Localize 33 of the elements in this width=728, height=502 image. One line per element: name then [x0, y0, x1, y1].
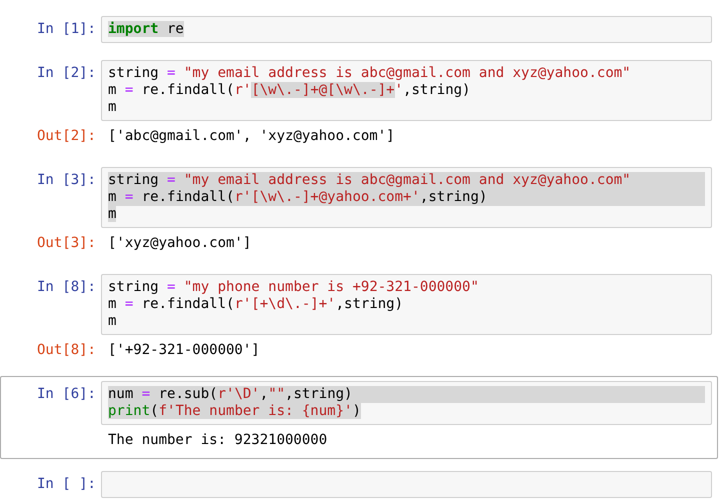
code-editor[interactable]: num = re.sub(r'\D',"",string) print(f'The number is: {num}'): [101, 381, 712, 425]
output-prompt: Out[8]:: [36, 341, 96, 359]
output-prompt: Out[2]:: [36, 127, 96, 145]
notebook-cell[interactable]: In [ ]:: [0, 466, 718, 502]
input-prompt: In [8]:: [36, 278, 96, 296]
input-prompt: In [6]:: [36, 385, 96, 403]
notebook-cell[interactable]: In [8]: string = "my phone number is +92-321-000000" m = re.findall(r'[+\d\.-]+',string) m Out[8]: ['+92-321-000000']: [0, 269, 718, 369]
code-line: string = "my phone number is +92-321-000000": [108, 279, 480, 296]
code-editor[interactable]: import re: [101, 16, 712, 43]
code-line: m: [108, 313, 118, 330]
code-editor[interactable]: [101, 471, 712, 498]
output-text: ['xyz@yahoo.com']: [107, 234, 252, 253]
code-line: m = re.findall(r'[\w\.-]+@[\w\.-]+',string): [108, 82, 472, 99]
input-prompt: In [ ]:: [36, 475, 96, 493]
notebook-cell[interactable]: In [1]: import re: [0, 11, 718, 48]
code-line: print(f'The number is: {num}'): [108, 403, 362, 420]
code-editor[interactable]: string = "my phone number is +92-321-000000" m = re.findall(r'[+\d\.-]+',string) m: [101, 274, 712, 335]
output-prompt: Out[3]:: [36, 234, 96, 252]
output-text: ['+92-321-000000']: [107, 341, 261, 360]
input-prompt: In [1]:: [36, 20, 96, 38]
input-prompt: In [3]:: [36, 171, 96, 189]
code-line: m = re.findall(r'[+\d\.-]+',string): [108, 296, 404, 313]
input-prompt: In [2]:: [36, 64, 96, 82]
code-editor[interactable]: string = "my email address is abc@gmail.com and xyz@yahoo.com" m = re.findall(r'[\w\.-]+@[\w\.-]+',string) m: [101, 60, 712, 121]
output-text: The number is: 92321000000: [107, 431, 328, 450]
code-editor[interactable]: string = "my email address is abc@gmail.com and xyz@yahoo.com" m = re.findall(r'[\w\.-]+@yahoo.com+',string) m: [101, 167, 712, 228]
code-line: m: [108, 99, 118, 116]
notebook-cell[interactable]: In [2]: string = "my email address is abc@gmail.com and xyz@yahoo.com" m = re.findall(r'[\w\.-]+@[\w\.-]+',string) m Out[2]: ['abc@gmail.com', 'xyz@yahoo.com']: [0, 55, 718, 155]
output-text: ['abc@gmail.com', 'xyz@yahoo.com']: [107, 127, 396, 146]
code-line: string = "my email address is abc@gmail.com and xyz@yahoo.com": [108, 65, 632, 82]
code-line: import re: [108, 21, 185, 38]
notebook-cell[interactable]: In [3]: string = "my email address is abc@gmail.com and xyz@yahoo.com" m = re.findall(r'[\w\.-]+@yahoo.com+',string) m Out[3]: ['xyz@yahoo.com']: [0, 162, 718, 262]
notebook-cell[interactable]: In [6]: num = re.sub(r'\D',"",string) print(f'The number is: {num}') The number is: 92321000000: [0, 376, 718, 459]
